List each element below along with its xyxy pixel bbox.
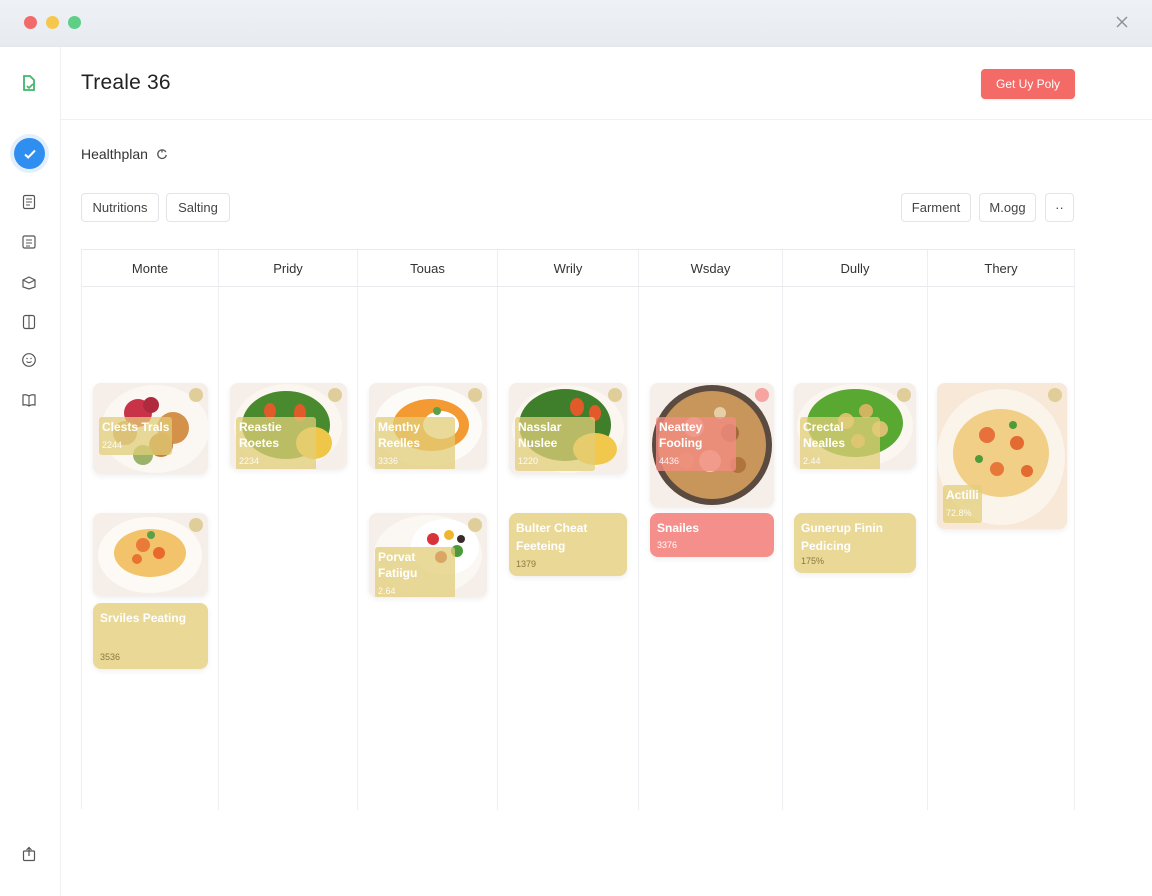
meal-card[interactable] bbox=[93, 513, 208, 596]
share-icon[interactable] bbox=[19, 844, 39, 864]
note-title: Srviles Peating bbox=[100, 611, 187, 625]
column-header: Monte bbox=[82, 250, 218, 287]
check-circle-icon[interactable] bbox=[14, 138, 45, 169]
card-badge bbox=[189, 388, 203, 402]
meal-card[interactable]: Crectal Nealles 2.44 bbox=[794, 383, 916, 469]
meal-card[interactable]: Neattey Fooling 4436 bbox=[650, 383, 774, 507]
meal-label: Nasslar Nuslee 1220 bbox=[515, 417, 595, 471]
get-poly-button[interactable]: Get Uy Poly bbox=[981, 69, 1075, 99]
column-header: Pridy bbox=[219, 250, 357, 287]
note-title: Snailes bbox=[657, 521, 700, 535]
sidebar bbox=[0, 47, 61, 896]
meal-note-card[interactable]: Srviles Peating 3536 bbox=[93, 603, 208, 669]
note-title: Bulter Cheat Feeteing bbox=[516, 521, 588, 553]
meal-label: Neattey Fooling 4436 bbox=[656, 417, 736, 471]
meal-card[interactable]: Actilli 72.8% bbox=[937, 383, 1067, 529]
column-header: Dully bbox=[783, 250, 927, 287]
meal-note-card[interactable]: Snailes 3376 bbox=[650, 513, 774, 557]
column-header: Wrily bbox=[498, 250, 638, 287]
meal-label: Menthy Reelles 3336 bbox=[375, 417, 455, 469]
window-minimize-dot[interactable] bbox=[46, 16, 59, 29]
refresh-icon[interactable] bbox=[156, 148, 168, 160]
meal-card[interactable]: Menthy Reelles 3336 bbox=[369, 383, 487, 469]
section-title-label: Healthplan bbox=[81, 146, 148, 162]
document-list-icon[interactable] bbox=[19, 192, 39, 212]
filter-salting[interactable]: Salting bbox=[166, 193, 230, 222]
card-badge bbox=[1048, 388, 1062, 402]
board-column: Dully Crectal Nealles 2.44 Gunerup Finin … bbox=[783, 250, 928, 810]
column-header: Wsday bbox=[639, 250, 782, 287]
note-value: 3376 bbox=[657, 540, 678, 550]
filter-nutritions[interactable]: Nutritions bbox=[81, 193, 159, 222]
more-options-button[interactable]: ·· bbox=[1045, 193, 1074, 222]
meal-label: Porvat Fatiigu 2.64 bbox=[375, 547, 455, 597]
filter-mogg[interactable]: M.ogg bbox=[979, 193, 1036, 222]
document-icon[interactable] bbox=[19, 73, 39, 93]
filter-farment[interactable]: Farment bbox=[901, 193, 971, 222]
window-titlebar bbox=[0, 0, 1152, 47]
meal-label: Reastie Roetes 2234 bbox=[236, 417, 316, 469]
open-book-icon[interactable] bbox=[19, 390, 39, 410]
board-column: Touas Menthy Reelles 3336 Porvat Fatiigu 2… bbox=[358, 250, 498, 810]
window-close-dot[interactable] bbox=[24, 16, 37, 29]
note-title: Gunerup Finin Pedicing bbox=[801, 521, 883, 553]
card-badge bbox=[755, 388, 769, 402]
note-value: 1379 bbox=[516, 559, 537, 569]
column-header: Touas bbox=[358, 250, 497, 287]
smiley-icon[interactable] bbox=[19, 350, 39, 370]
meal-card[interactable]: Clests Trals 2244 bbox=[93, 383, 208, 474]
list-icon[interactable] bbox=[19, 232, 39, 252]
page-title: Treale 36 bbox=[81, 71, 171, 94]
board-column: Wrily Nasslar Nuslee 1220 Bulter Cheat Fe… bbox=[498, 250, 639, 810]
book-icon[interactable] bbox=[19, 312, 39, 332]
close-icon[interactable] bbox=[1114, 14, 1130, 30]
card-badge bbox=[897, 388, 911, 402]
meal-label: Crectal Nealles 2.44 bbox=[800, 417, 880, 469]
card-badge bbox=[189, 518, 203, 532]
meal-note-card[interactable]: Bulter Cheat Feeteing 1379 bbox=[509, 513, 627, 576]
weekly-board: Monte Clests Trals 2244 Srviles Peating 3… bbox=[81, 249, 1075, 810]
meal-label: Clests Trals 2244 bbox=[99, 417, 173, 455]
meal-card[interactable]: Nasslar Nuslee 1220 bbox=[509, 383, 627, 474]
note-value: 3536 bbox=[100, 652, 121, 662]
app-header: Treale 36 Get Uy Poly bbox=[61, 47, 1152, 120]
board-column: Thery Actilli 72.8% bbox=[928, 250, 1075, 810]
card-badge bbox=[328, 388, 342, 402]
board-column: Pridy Reastie Roetes 2234 bbox=[219, 250, 358, 810]
board-column: Wsday Neattey Fooling 4436 Snailes 3376 bbox=[639, 250, 783, 810]
meal-card[interactable]: Porvat Fatiigu 2.64 bbox=[369, 513, 487, 597]
meal-note-card[interactable]: Gunerup Finin Pedicing 175% bbox=[794, 513, 916, 573]
meal-card[interactable]: Reastie Roetes 2234 bbox=[230, 383, 347, 469]
section-title: Healthplan bbox=[81, 146, 168, 162]
window-maximize-dot[interactable] bbox=[68, 16, 81, 29]
card-badge bbox=[468, 518, 482, 532]
meal-label: Actilli 72.8% bbox=[943, 485, 982, 523]
column-header: Thery bbox=[928, 250, 1074, 287]
box-icon[interactable] bbox=[19, 272, 39, 292]
board-column: Monte Clests Trals 2244 Srviles Peating 3… bbox=[82, 250, 219, 810]
card-badge bbox=[608, 388, 622, 402]
note-value: 175% bbox=[801, 556, 825, 566]
card-badge bbox=[468, 388, 482, 402]
